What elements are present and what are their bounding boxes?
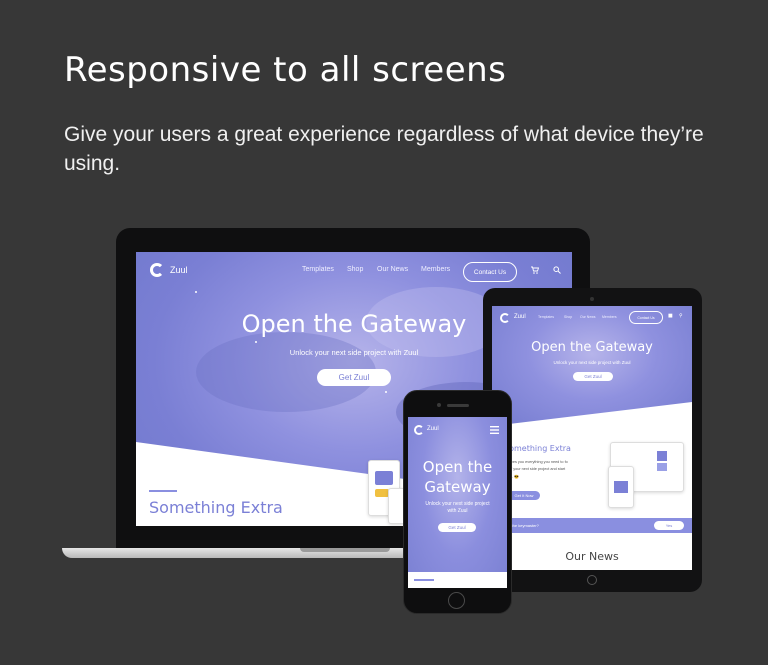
contact-us-button[interactable]: Contact Us: [629, 311, 663, 324]
logo-text[interactable]: Zuul: [170, 265, 188, 275]
zuul-logo-icon: [150, 263, 164, 277]
tablet-hero-wave: [492, 402, 692, 430]
news-title: Our News: [565, 550, 619, 563]
nav-link-shop[interactable]: Shop: [347, 266, 363, 273]
logo-text[interactable]: Zuul: [427, 426, 439, 432]
get-it-now-button[interactable]: Get It Now: [508, 491, 540, 500]
section-accent-line: [149, 490, 177, 492]
nav-link-our-news[interactable]: Our News: [580, 315, 596, 319]
phone-screen: Zuul Open the Gateway Unlock your next s…: [408, 417, 507, 588]
logo-text[interactable]: Zuul: [514, 314, 526, 320]
cart-icon[interactable]: ■: [668, 313, 673, 319]
contact-us-button[interactable]: Contact Us: [463, 262, 517, 282]
nav-link-members[interactable]: Members: [602, 315, 617, 319]
get-zuul-button[interactable]: Get Zuul: [438, 523, 476, 532]
get-zuul-button[interactable]: Get Zuul: [573, 372, 613, 381]
search-icon[interactable]: ⚲: [679, 313, 683, 319]
laptop-notch: [300, 548, 390, 552]
nav-link-our-news[interactable]: Our News: [377, 266, 408, 273]
search-icon[interactable]: [553, 266, 561, 274]
phone-camera: [437, 403, 441, 407]
hero-subtitle-line-1: Unlock your next side project: [425, 501, 490, 507]
tablet-mockup-illustration: [608, 466, 634, 508]
get-zuul-button[interactable]: Get Zuul: [317, 369, 391, 386]
hero-subtitle-line-2: with Zuul: [447, 508, 468, 514]
hero-subtitle: Unlock your next side project with Zuul: [553, 360, 631, 365]
hero-title-line-1: Open the: [422, 458, 493, 476]
nav-link-shop[interactable]: Shop: [564, 315, 572, 319]
hero-title-line-2: Gateway: [424, 478, 491, 496]
phone-speaker: [447, 404, 469, 407]
hero-title: Open the Gateway: [531, 340, 653, 355]
page-subheading: Give your users a great experience regar…: [64, 123, 704, 175]
section-title: Something Extra: [149, 498, 283, 517]
laptop-navbar: Zuul Templates Shop Our News Members Con…: [136, 252, 572, 290]
zuul-logo-icon: [414, 425, 424, 435]
section-title: Something Extra: [504, 444, 571, 453]
section-text-line-2: off your next side project and start: [508, 467, 566, 471]
banner-yes-button[interactable]: Yes: [654, 521, 684, 530]
page-heading: Responsive to all screens: [64, 50, 507, 90]
nav-link-members[interactable]: Members: [421, 266, 450, 273]
phone-home-button[interactable]: [448, 592, 465, 609]
hamburger-menu-icon[interactable]: [490, 426, 499, 434]
tablet-home-button[interactable]: [587, 575, 597, 585]
phone-accent-line: [414, 579, 434, 581]
cart-icon[interactable]: [531, 266, 539, 274]
tablet-camera: [590, 297, 594, 301]
zuul-logo-icon: [500, 313, 510, 323]
tablet-screen: Zuul Templates Shop Our News Members Con…: [492, 306, 692, 570]
nav-link-templates[interactable]: Templates: [302, 266, 334, 273]
nav-link-templates[interactable]: Templates: [538, 315, 554, 319]
section-text-line-1: gives you everything you need to fo: [508, 460, 568, 464]
